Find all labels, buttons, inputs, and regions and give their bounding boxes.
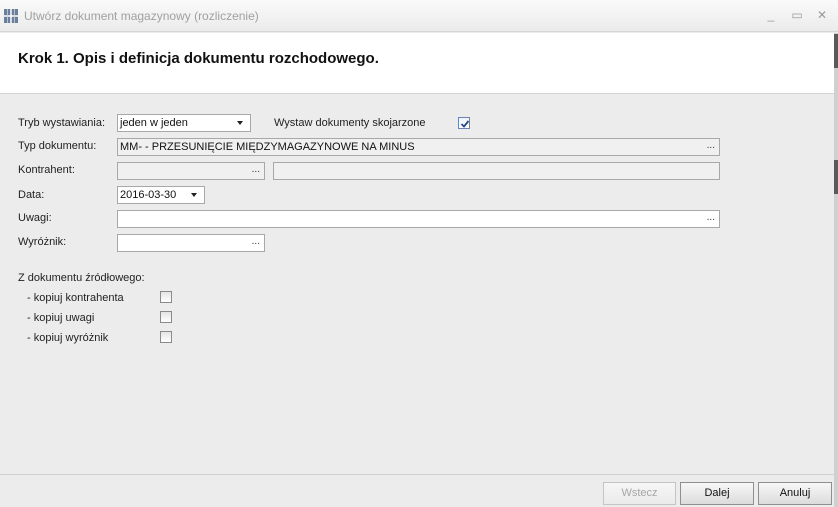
- skojarzone-label: Wystaw dokumenty skojarzone: [274, 117, 426, 129]
- uwagi-label: Uwagi:: [18, 212, 52, 224]
- uwagi-browse-button[interactable]: ...: [707, 211, 715, 225]
- typ-label: Typ dokumentu:: [18, 140, 97, 152]
- wyroznik-label: Wyróżnik:: [18, 236, 67, 248]
- date-value: 2016-03-30: [120, 189, 177, 201]
- scroll-marker-top: [834, 34, 838, 68]
- window-title: Utwórz dokument magazynowy (rozliczenie): [24, 9, 259, 23]
- tryb-dropdown[interactable]: jeden w jeden: [117, 114, 251, 132]
- kontrahent-name-field: [273, 162, 720, 180]
- kontrahent-browse-button[interactable]: ...: [252, 163, 260, 177]
- wizard-header: Krok 1. Opis i definicja dokumentu rozch…: [0, 33, 838, 94]
- copy-notes-label: - kopiuj uwagi: [27, 312, 95, 324]
- cancel-button[interactable]: Anuluj: [758, 482, 832, 505]
- copy-marker-label: - kopiuj wyróżnik: [27, 332, 109, 344]
- back-button[interactable]: Wstecz: [603, 482, 676, 505]
- maximize-button[interactable]: ▭: [787, 6, 807, 24]
- typ-field[interactable]: MM- - PRZESUNIĘCIE MIĘDZYMAGAZYNOWE NA M…: [117, 138, 720, 156]
- data-label: Data:: [18, 189, 45, 201]
- wyroznik-browse-button[interactable]: ...: [252, 235, 260, 249]
- next-button[interactable]: Dalej: [680, 482, 754, 505]
- minimize-button[interactable]: _: [761, 6, 781, 24]
- tryb-value: jeden w jeden: [120, 117, 188, 129]
- copy-contractor-label: - kopiuj kontrahenta: [27, 292, 124, 304]
- copy-notes-checkbox[interactable]: [160, 311, 172, 323]
- typ-browse-button[interactable]: ...: [707, 139, 715, 153]
- close-button[interactable]: ✕: [812, 6, 832, 24]
- checkmark-icon: [460, 120, 470, 128]
- tryb-label: Tryb wystawiania:: [18, 117, 106, 129]
- window-titlebar: Utwórz dokument magazynowy (rozliczenie)…: [0, 0, 838, 32]
- date-picker[interactable]: 2016-03-30: [117, 186, 205, 204]
- footer-divider: [0, 474, 834, 475]
- skojarzone-checkbox[interactable]: [458, 117, 470, 129]
- uwagi-field[interactable]: ...: [117, 210, 720, 228]
- source-heading: Z dokumentu źródłowego:: [18, 272, 145, 284]
- wyroznik-field[interactable]: ...: [117, 234, 265, 252]
- step-title: Krok 1. Opis i definicja dokumentu rozch…: [18, 50, 379, 67]
- typ-value: MM- - PRZESUNIĘCIE MIĘDZYMAGAZYNOWE NA M…: [120, 141, 415, 153]
- right-border: [834, 33, 838, 507]
- chevron-down-icon: [191, 193, 197, 197]
- grid-app-icon: [4, 9, 18, 23]
- copy-marker-checkbox[interactable]: [160, 331, 172, 343]
- kontrahent-code-field[interactable]: ...: [117, 162, 265, 180]
- kontrahent-label: Kontrahent:: [18, 164, 75, 176]
- scroll-marker-middle: [834, 160, 838, 194]
- copy-contractor-checkbox[interactable]: [160, 291, 172, 303]
- chevron-down-icon: [237, 121, 243, 125]
